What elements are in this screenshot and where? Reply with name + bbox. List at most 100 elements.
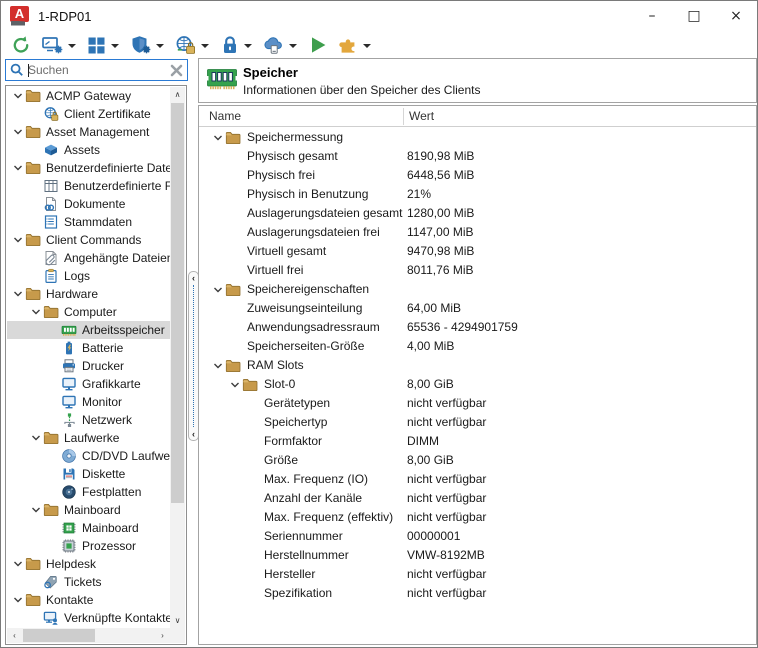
tree-item-hardware[interactable]: Hardware [7,285,170,303]
chevron-down-icon[interactable] [11,235,25,245]
grid-row-zuweisungseinteilung[interactable]: Zuweisungseinteilung 64,00 MiB [199,299,756,318]
scroll-left-icon[interactable]: ‹ [7,628,22,643]
lock-button[interactable] [218,34,254,56]
maximize-button[interactable]: □ [673,1,715,31]
search-input[interactable] [28,61,166,79]
tree-item-mainboard[interactable]: Mainboard [7,501,170,519]
views-button[interactable] [85,34,121,56]
vertical-scroll-thumb[interactable] [171,103,184,503]
chevron-down-icon[interactable] [11,127,25,137]
grid-row-physisch-frei[interactable]: Physisch frei 6448,56 MiB [199,166,756,185]
chevron-down-icon[interactable] [29,433,43,443]
grid-row-speicherseiten-größe[interactable]: Speicherseiten-Größe 4,00 MiB [199,337,756,356]
chevron-down-icon[interactable] [211,361,225,371]
grid-row-virtuell-gesamt[interactable]: Virtuell gesamt 9470,98 MiB [199,242,756,261]
tree-vertical-scrollbar[interactable]: ∧ ∨ [170,87,185,628]
tree-item-benutzerdefinierte-felder[interactable]: Benutzerdefinierte Felder [7,177,170,195]
column-header-name[interactable]: Name [209,109,241,123]
grid-row-anzahl-der-kanäle[interactable]: Anzahl der Kanäle nicht verfügbar [199,489,756,508]
search-box[interactable] [5,59,188,81]
grid-row-hersteller[interactable]: Hersteller nicht verfügbar [199,565,756,584]
dropdown-arrow-icon[interactable] [68,44,76,48]
tree-item-batterie[interactable]: Batterie [7,339,170,357]
grid-row-größe[interactable]: Größe 8,00 GiB [199,451,756,470]
tree-item-asset-management[interactable]: Asset Management [7,123,170,141]
grid-row-formfaktor[interactable]: Formfaktor DIMM [199,432,756,451]
splitter-grip[interactable] [193,285,194,427]
execute-button[interactable] [306,34,330,56]
chevron-down-icon[interactable] [29,307,43,317]
tree-item-assets[interactable]: Assets [7,141,170,159]
grid-row-auslagerungsdateien-frei[interactable]: Auslagerungsdateien frei 1147,00 MiB [199,223,756,242]
tree-item-acmp-gateway[interactable]: ACMP Gateway [7,87,170,105]
tree-item-monitor[interactable]: Monitor [7,393,170,411]
grid-row-virtuell-frei[interactable]: Virtuell frei 8011,76 MiB [199,261,756,280]
chevron-down-icon[interactable] [11,595,25,605]
chevron-down-icon[interactable] [11,559,25,569]
chevron-down-icon[interactable] [29,505,43,515]
grid-row-speichereigenschaften[interactable]: Speichereigenschaften [199,280,756,299]
dropdown-arrow-icon[interactable] [363,44,371,48]
grid-row-spezifikation[interactable]: Spezifikation nicht verfügbar [199,584,756,603]
dropdown-arrow-icon[interactable] [156,44,164,48]
plugins-button[interactable] [337,34,373,56]
remote-cloud-button[interactable] [261,34,299,56]
grid-row-speichertyp[interactable]: Speichertyp nicht verfügbar [199,413,756,432]
tree-item-arbeitsspeicher[interactable]: Arbeitsspeicher [7,321,170,339]
grid-row-herstellnummer[interactable]: Herstellnummer VMW-8192MB [199,546,756,565]
dropdown-arrow-icon[interactable] [244,44,252,48]
grid-row-physisch-gesamt[interactable]: Physisch gesamt 8190,98 MiB [199,147,756,166]
tree-item-festplatten[interactable]: Festplatten [7,483,170,501]
certificates-button[interactable] [173,34,211,56]
column-divider[interactable] [403,108,404,125]
tree-item-computer[interactable]: Computer [7,303,170,321]
refresh-button[interactable] [9,34,33,56]
tree-item-verknüpfte-kontakte[interactable]: Verknüpfte Kontakte [7,609,170,627]
grid-row-speichermessung[interactable]: Speichermessung [199,128,756,147]
tree-item-benutzerdefinierte-dateien[interactable]: Benutzerdefinierte Dateien [7,159,170,177]
column-header-wert[interactable]: Wert [409,109,434,123]
grid-row-gerätetypen[interactable]: Gerätetypen nicht verfügbar [199,394,756,413]
scroll-down-icon[interactable]: ∨ [170,613,185,628]
close-button[interactable]: × [715,1,757,31]
tree-item-logs[interactable]: Logs [7,267,170,285]
scroll-up-icon[interactable]: ∧ [170,87,185,102]
grid-row-slot-0[interactable]: Slot-0 8,00 GiB [199,375,756,394]
chevron-down-icon[interactable] [11,289,25,299]
tree-item-kontakte[interactable]: Kontakte [7,591,170,609]
clear-search-icon[interactable] [170,64,183,77]
grid-row-seriennummer[interactable]: Seriennummer 00000001 [199,527,756,546]
tree-item-stammdaten[interactable]: Stammdaten [7,213,170,231]
grid-row-max-frequenz-effektiv[interactable]: Max. Frequenz (effektiv) nicht verfügbar [199,508,756,527]
collapse-left-icon[interactable]: ‹ [192,429,195,439]
tree-item-client-zertifikate[interactable]: Client Zertifikate [7,105,170,123]
grid-row-anwendungsadressraum[interactable]: Anwendungsadressraum 65536 - 4294901759 [199,318,756,337]
tree-item-angehängte-dateien[interactable]: Angehängte Dateien [7,249,170,267]
scroll-right-icon[interactable]: › [155,628,170,643]
dropdown-arrow-icon[interactable] [111,44,119,48]
chevron-down-icon[interactable] [11,163,25,173]
horizontal-scroll-thumb[interactable] [23,629,95,642]
tree-item-laufwerke[interactable]: Laufwerke [7,429,170,447]
grid-row-ram-slots[interactable]: RAM Slots [199,356,756,375]
tree-item-client-commands[interactable]: Client Commands [7,231,170,249]
tree-item-diskette[interactable]: Diskette [7,465,170,483]
chevron-down-icon[interactable] [228,380,242,390]
chevron-down-icon[interactable] [211,285,225,295]
chevron-down-icon[interactable] [11,91,25,101]
tree-item-cd-dvd-laufwerke[interactable]: CD/DVD Laufwerke [7,447,170,465]
tree-item-drucker[interactable]: Drucker [7,357,170,375]
tree-item-prozessor[interactable]: Prozessor [7,537,170,555]
grid-row-physisch-in-benutzung[interactable]: Physisch in Benutzung 21% [199,185,756,204]
client-settings-button[interactable] [40,34,78,56]
grid-row-max-frequenz-io[interactable]: Max. Frequenz (IO) nicht verfügbar [199,470,756,489]
tree-item-netzwerk[interactable]: Netzwerk [7,411,170,429]
tree-item-helpdesk[interactable]: Helpdesk [7,555,170,573]
security-settings-button[interactable] [128,34,166,56]
minimize-button[interactable]: – [631,1,673,31]
tree-horizontal-scrollbar[interactable]: ‹ › [7,628,170,643]
dropdown-arrow-icon[interactable] [201,44,209,48]
tree-item-tickets[interactable]: Tickets [7,573,170,591]
tree-item-grafikkarte[interactable]: Grafikkarte [7,375,170,393]
collapse-left-icon[interactable]: ‹ [192,273,195,283]
